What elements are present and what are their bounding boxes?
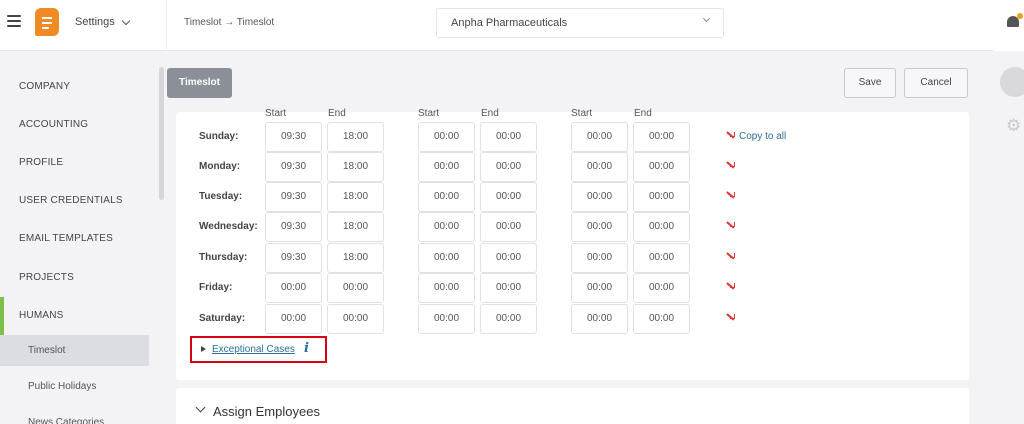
day-label: Friday: [199, 282, 233, 293]
sidebar-subitem-public-holidays[interactable]: Public Holidays [0, 371, 149, 402]
copy-arrow-icon[interactable] [726, 131, 735, 139]
column-header-start: Start [265, 108, 287, 119]
day-label: Monday: [199, 161, 241, 172]
column-header-end: End [634, 108, 652, 119]
sidebar-item-humans[interactable]: HUMANS [0, 297, 158, 335]
company-select-value: Anpha Pharmaceuticals [451, 17, 568, 29]
info-icon[interactable]: i [304, 341, 309, 356]
end-time-input[interactable]: 00:00 [327, 304, 384, 334]
end-time-input[interactable]: 00:00 [633, 182, 690, 212]
divider [166, 0, 167, 51]
end-time-input[interactable]: 18:00 [327, 182, 384, 212]
start-time-input[interactable]: 00:00 [571, 243, 628, 273]
start-time-input[interactable]: 09:30 [265, 243, 322, 273]
start-time-input[interactable]: 00:00 [418, 304, 475, 334]
end-time-input[interactable]: 00:00 [327, 273, 384, 303]
copy-arrow-icon[interactable] [726, 161, 735, 169]
column-header-end: End [328, 108, 346, 119]
column-header-end: End [481, 108, 499, 119]
end-time-input[interactable]: 00:00 [480, 182, 537, 212]
start-time-input[interactable]: 00:00 [571, 273, 628, 303]
menu-icon[interactable] [7, 15, 21, 28]
start-time-input[interactable]: 00:00 [571, 304, 628, 334]
sidebar-item-user-credentials[interactable]: USER CREDENTIALS [0, 182, 158, 220]
sidebar-subitem-news-categories[interactable]: News Categories [0, 407, 149, 424]
cancel-button[interactable]: Cancel [904, 68, 968, 98]
assign-employees-title[interactable]: Assign Employees [213, 404, 320, 419]
day-label: Sunday: [199, 131, 239, 142]
right-rail [993, 0, 1024, 424]
start-time-input[interactable]: 00:00 [418, 122, 475, 152]
end-time-input[interactable]: 00:00 [633, 273, 690, 303]
sidebar-item-projects[interactable]: PROJECTS [0, 259, 158, 297]
end-time-input[interactable]: 00:00 [633, 304, 690, 334]
start-time-input[interactable]: 00:00 [571, 182, 628, 212]
sidebar-item-accounting[interactable]: ACCOUNTING [0, 106, 158, 144]
start-time-input[interactable]: 00:00 [571, 152, 628, 182]
end-time-input[interactable]: 00:00 [480, 304, 537, 334]
avatar[interactable] [1000, 67, 1024, 97]
column-header-start: Start [571, 108, 593, 119]
start-time-input[interactable]: 09:30 [265, 182, 322, 212]
end-time-input[interactable]: 00:00 [633, 212, 690, 242]
end-time-input[interactable]: 18:00 [327, 243, 384, 273]
sidebar-item-company[interactable]: COMPANY [0, 68, 158, 106]
app-title: Settings [75, 16, 115, 28]
bell-icon[interactable] [1006, 13, 1023, 29]
day-label: Saturday: [199, 313, 246, 324]
start-time-input[interactable]: 00:00 [418, 273, 475, 303]
app-logo [35, 8, 59, 36]
copy-arrow-icon[interactable] [726, 191, 735, 199]
notification-dot [1017, 13, 1023, 19]
end-time-input[interactable]: 18:00 [327, 152, 384, 182]
breadcrumb: Timeslot → Timeslot [184, 17, 275, 28]
copy-to-all-link[interactable]: Copy to all [739, 131, 786, 142]
day-label: Tuesday: [199, 191, 243, 202]
save-button[interactable]: Save [844, 68, 896, 98]
day-label: Thursday: [199, 252, 248, 263]
copy-arrow-icon[interactable] [726, 313, 735, 321]
start-time-input[interactable]: 00:00 [418, 152, 475, 182]
start-time-input[interactable]: 00:00 [571, 212, 628, 242]
start-time-input[interactable]: 00:00 [418, 243, 475, 273]
column-header-start: Start [418, 108, 440, 119]
copy-arrow-icon[interactable] [726, 221, 735, 229]
expand-triangle-icon[interactable] [201, 346, 206, 352]
end-time-input[interactable]: 00:00 [633, 152, 690, 182]
gear-icon[interactable]: ⚙ [1006, 117, 1021, 134]
start-time-input[interactable]: 09:30 [265, 122, 322, 152]
end-time-input[interactable]: 00:00 [480, 273, 537, 303]
copy-arrow-icon[interactable] [726, 252, 735, 260]
end-time-input[interactable]: 00:00 [633, 122, 690, 152]
end-time-input[interactable]: 18:00 [327, 212, 384, 242]
start-time-input[interactable]: 00:00 [418, 212, 475, 242]
end-time-input[interactable]: 00:00 [480, 212, 537, 242]
start-time-input[interactable]: 00:00 [418, 182, 475, 212]
sidebar-item-email-templates[interactable]: EMAIL TEMPLATES [0, 220, 158, 258]
sidebar-scrollbar[interactable] [159, 67, 164, 200]
day-label: Wednesday: [199, 221, 258, 232]
end-time-input[interactable]: 00:00 [480, 243, 537, 273]
tab-timeslot[interactable]: Timeslot [167, 68, 232, 98]
chevron-down-icon [121, 16, 130, 25]
end-time-input[interactable]: 18:00 [327, 122, 384, 152]
start-time-input[interactable]: 00:00 [571, 122, 628, 152]
end-time-input[interactable]: 00:00 [480, 122, 537, 152]
sidebar-subitem-timeslot[interactable]: Timeslot [0, 335, 149, 366]
end-time-input[interactable]: 00:00 [480, 152, 537, 182]
app-switcher[interactable]: Settings [75, 16, 130, 28]
start-time-input[interactable]: 09:30 [265, 152, 322, 182]
start-time-input[interactable]: 00:00 [265, 304, 322, 334]
copy-arrow-icon[interactable] [726, 282, 735, 290]
chevron-down-icon [702, 14, 711, 23]
sidebar-item-profile[interactable]: PROFILE [0, 144, 158, 182]
end-time-input[interactable]: 00:00 [633, 243, 690, 273]
exceptional-cases-link[interactable]: Exceptional Cases [212, 344, 295, 355]
start-time-input[interactable]: 00:00 [265, 273, 322, 303]
company-select[interactable]: Anpha Pharmaceuticals [436, 8, 724, 38]
start-time-input[interactable]: 09:30 [265, 212, 322, 242]
